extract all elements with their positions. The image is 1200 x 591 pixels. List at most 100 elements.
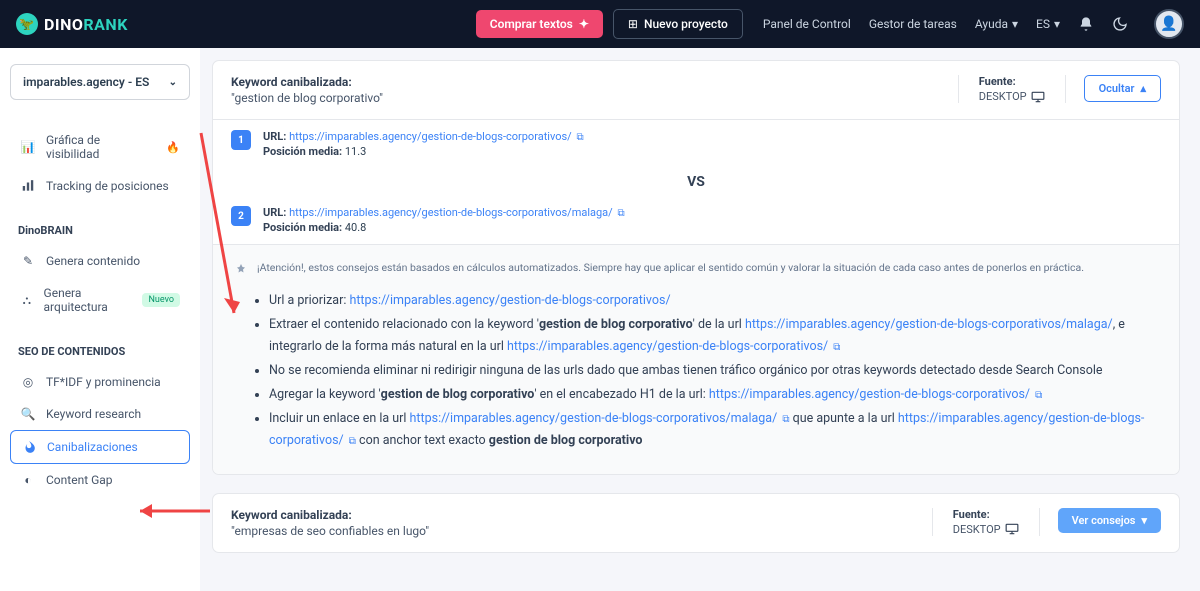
brand-text-a: DINO [44, 15, 83, 34]
cannibalization-card: Keyword canibalizada: "empresas de seo c… [212, 493, 1180, 553]
sidebar-item-contentgap[interactable]: ◐ Content Gap [10, 464, 190, 496]
buy-texts-label: Comprar textos [490, 17, 573, 31]
sidebar-item-gen-content[interactable]: ✎ Genera contenido [10, 245, 190, 277]
nav-panel[interactable]: Panel de Control [763, 17, 851, 31]
fuente-value: DESKTOP [953, 523, 1001, 536]
external-link-icon[interactable]: ⧉ [617, 208, 624, 219]
external-link-icon[interactable]: ⧉ [576, 132, 583, 143]
cannibalization-card: Keyword canibalizada: "gestion de blog c… [212, 60, 1180, 475]
advice-list: Url a priorizar: https://imparables.agen… [235, 290, 1157, 451]
plus-icon: ⊞ [628, 17, 638, 31]
caret-up-icon: ▴ [1140, 82, 1146, 95]
magnify-icon: 🔍 [20, 407, 36, 421]
sidebar-item-kwresearch[interactable]: 🔍 Keyword research [10, 398, 190, 430]
advice-item: Incluir un enlace en la url https://impa… [269, 408, 1157, 451]
pos-label: Posición media: [263, 145, 342, 158]
logo[interactable]: 🦖 DINORANK [16, 13, 128, 35]
pos-value-1: 11.3 [345, 145, 366, 158]
bell-icon[interactable] [1078, 16, 1094, 32]
kw-value: "empresas de seo confiables en lugo" [231, 524, 932, 538]
pin-icon [235, 262, 247, 276]
sidebar-item-visibility[interactable]: 📊 Gráfica de visibilidad 🔥 [10, 124, 190, 170]
advice-link[interactable]: https://imparables.agency/gestion-de-blo… [507, 339, 828, 354]
pos-label: Posición media: [263, 221, 342, 234]
logo-icon: 🦖 [16, 13, 38, 35]
caret-down-icon: ▾ [1012, 17, 1018, 31]
external-link-icon[interactable]: ⧉ [1035, 387, 1042, 404]
desktop-icon [1031, 91, 1045, 103]
fuente-value: DESKTOP [979, 90, 1027, 103]
sidebar-item-label: Gráfica de visibilidad [46, 133, 156, 161]
circle-icon: ◐ [20, 473, 36, 487]
advice-link[interactable]: https://imparables.agency/gestion-de-blo… [745, 317, 1113, 332]
sidebar-item-label: Keyword research [46, 407, 141, 421]
sidebar-item-label: Genera contenido [46, 254, 140, 268]
avatar[interactable]: 👤 [1154, 9, 1184, 39]
url-label: URL: [263, 130, 286, 143]
vs-label: VS [213, 168, 1179, 196]
sidebar-heading-seo: SEO DE CONTENIDOS [18, 345, 190, 358]
advice-link[interactable]: https://imparables.agency/gestion-de-blo… [709, 387, 1030, 402]
advice-link[interactable]: https://imparables.agency/gestion-de-blo… [410, 411, 778, 426]
hide-button[interactable]: Ocultar ▴ [1084, 75, 1161, 102]
kw-label: Keyword canibalizada: [231, 75, 958, 89]
sidebar-item-canibalizaciones[interactable]: Canibalizaciones [10, 430, 190, 464]
external-link-icon[interactable]: ⧉ [833, 339, 840, 356]
site-selector-label: imparables.agency - ES [23, 75, 149, 89]
caret-down-icon: ▾ [1054, 17, 1060, 31]
url-number-badge: 2 [231, 206, 251, 226]
site-selector[interactable]: imparables.agency - ES ⌄ [10, 64, 190, 100]
url-link-1[interactable]: https://imparables.agency/gestion-de-blo… [289, 130, 572, 143]
external-link-icon[interactable]: ⧉ [349, 433, 356, 450]
ver-consejos-button[interactable]: Ver consejos ▾ [1058, 508, 1161, 533]
fire-icon: 🔥 [166, 141, 180, 154]
badge-nuevo: Nuevo [142, 293, 180, 307]
pos-value-2: 40.8 [345, 221, 366, 234]
advice-item: Url a priorizar: https://imparables.agen… [269, 290, 1157, 311]
caret-down-icon: ▾ [1141, 514, 1147, 527]
url-label: URL: [263, 206, 286, 219]
chart-icon: 📊 [20, 140, 36, 154]
topbar: 🦖 DINORANK Comprar textos ✦ ⊞ Nuevo proy… [0, 0, 1200, 48]
sparkle-icon: ✦ [579, 17, 589, 31]
bars-icon [20, 179, 36, 193]
fuente-label: Fuente: [979, 75, 1045, 88]
advice-item: Extraer el contenido relacionado con la … [269, 314, 1157, 357]
sidebar-item-label: Content Gap [46, 473, 113, 487]
advice-note-text: ¡Atención!, estos consejos están basados… [257, 261, 1084, 274]
sidebar-item-label: Canibalizaciones [47, 440, 138, 454]
sidebar-item-tracking[interactable]: Tracking de posiciones [10, 170, 190, 202]
new-project-label: Nuevo proyecto [644, 17, 728, 31]
flame-icon [21, 440, 37, 454]
nav-tasks[interactable]: Gestor de tareas [869, 17, 957, 31]
advice-link[interactable]: https://imparables.agency/gestion-de-blo… [349, 293, 670, 308]
sidebar-item-label: Tracking de posiciones [46, 179, 169, 193]
chevron-down-icon: ⌄ [169, 77, 177, 88]
advice-box: ¡Atención!, estos consejos están basados… [213, 244, 1179, 474]
brand-text-b: RANK [83, 15, 127, 34]
sidebar: imparables.agency - ES ⌄ 📊 Gráfica de vi… [0, 48, 200, 591]
buy-texts-button[interactable]: Comprar textos ✦ [476, 10, 603, 38]
nav-help[interactable]: Ayuda ▾ [975, 17, 1018, 31]
sidebar-item-label: Genera arquitectura [44, 286, 133, 314]
pencil-icon: ✎ [20, 254, 36, 268]
lang-selector[interactable]: ES ▾ [1036, 17, 1060, 31]
kw-value: "gestion de blog corporativo" [231, 91, 958, 105]
sidebar-heading-brain: DinoBRAIN [18, 224, 190, 237]
new-project-button[interactable]: ⊞ Nuevo proyecto [613, 9, 743, 39]
ver-consejos-label: Ver consejos [1072, 514, 1136, 527]
url-link-2[interactable]: https://imparables.agency/gestion-de-blo… [289, 206, 613, 219]
advice-item: No se recomienda eliminar ni redirigir n… [269, 360, 1157, 381]
moon-icon[interactable] [1112, 16, 1128, 32]
url-number-badge: 1 [231, 130, 251, 150]
fuente-label: Fuente: [953, 508, 1019, 521]
advice-item: Agregar la keyword 'gestion de blog corp… [269, 384, 1157, 405]
desktop-icon [1005, 523, 1019, 535]
sidebar-item-gen-arch[interactable]: ⛬ Genera arquitectura Nuevo [10, 277, 190, 323]
external-link-icon[interactable]: ⧉ [782, 411, 789, 428]
sidebar-item-tfidf[interactable]: ◎ TF*IDF y prominencia [10, 366, 190, 398]
main-content: Keyword canibalizada: "gestion de blog c… [200, 48, 1200, 591]
sitemap-icon: ⛬ [20, 293, 34, 308]
kw-label: Keyword canibalizada: [231, 508, 932, 522]
target-icon: ◎ [20, 375, 36, 389]
